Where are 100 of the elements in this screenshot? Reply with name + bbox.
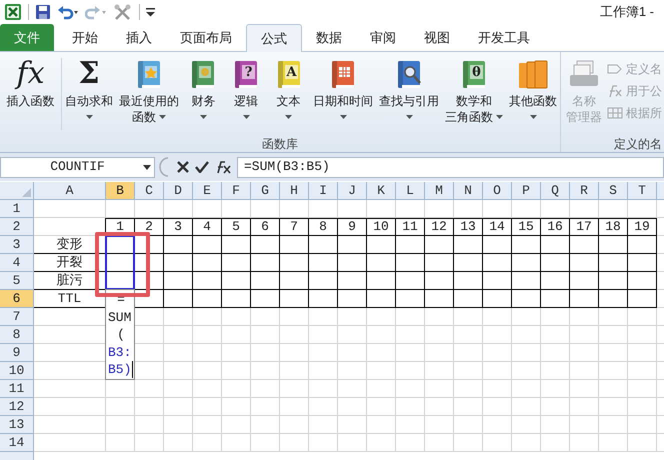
column-header[interactable]: R [570, 182, 599, 200]
table-cell[interactable] [512, 236, 541, 254]
enter-check-icon[interactable] [195, 161, 209, 173]
table-cell[interactable] [628, 272, 657, 290]
table-cell[interactable]: 15 [512, 218, 541, 236]
table-cell[interactable] [512, 272, 541, 290]
table-cell[interactable]: 脏污 [34, 272, 106, 290]
column-header[interactable] [657, 182, 664, 200]
table-cell[interactable] [425, 272, 454, 290]
table-cell[interactable] [280, 290, 309, 308]
row-header[interactable]: 12 [0, 398, 34, 416]
table-cell[interactable] [135, 236, 164, 254]
table-cell[interactable] [164, 236, 193, 254]
table-cell[interactable]: 13 [454, 218, 483, 236]
table-cell[interactable] [570, 272, 599, 290]
ribbon-tab[interactable]: 数据 [302, 24, 356, 51]
table-cell[interactable] [338, 290, 367, 308]
table-cell[interactable] [454, 254, 483, 272]
table-cell[interactable] [628, 254, 657, 272]
table-cell[interactable] [483, 254, 512, 272]
column-header[interactable]: H [280, 182, 309, 200]
table-cell[interactable] [512, 290, 541, 308]
select-all-button[interactable] [0, 182, 34, 200]
table-cell[interactable] [599, 254, 628, 272]
table-cell[interactable] [193, 272, 222, 290]
table-cell[interactable] [425, 290, 454, 308]
table-cell[interactable] [425, 254, 454, 272]
column-header[interactable]: E [193, 182, 222, 200]
row-header[interactable]: 8 [0, 326, 34, 344]
table-cell[interactable]: 16 [541, 218, 570, 236]
tools-icon[interactable] [113, 3, 133, 21]
table-cell[interactable] [512, 254, 541, 272]
row-header[interactable]: 2 [0, 218, 34, 236]
row-header[interactable]: 4 [0, 254, 34, 272]
table-cell[interactable] [251, 236, 280, 254]
table-cell[interactable]: 7 [280, 218, 309, 236]
table-cell[interactable] [251, 290, 280, 308]
table-cell[interactable] [222, 254, 251, 272]
cancel-icon[interactable] [177, 161, 189, 173]
name-box[interactable]: COUNTIF [0, 156, 155, 178]
table-cell[interactable] [338, 236, 367, 254]
table-cell[interactable]: 12 [425, 218, 454, 236]
save-icon[interactable] [35, 4, 51, 20]
table-cell[interactable] [367, 254, 396, 272]
column-header[interactable]: F [222, 182, 251, 200]
table-cell[interactable] [541, 272, 570, 290]
table-cell[interactable] [367, 236, 396, 254]
ribbon-button[interactable]: 最近使用的 函数 [116, 58, 182, 125]
table-cell[interactable] [251, 272, 280, 290]
column-header[interactable]: P [512, 182, 541, 200]
ribbon-tab[interactable]: 页面布局 [166, 24, 246, 51]
row-header[interactable]: 5 [0, 272, 34, 290]
ribbon-button[interactable]: 其他函数 [506, 58, 560, 125]
table-cell[interactable] [541, 236, 570, 254]
table-cell[interactable] [222, 236, 251, 254]
table-cell[interactable] [280, 254, 309, 272]
table-cell[interactable] [193, 236, 222, 254]
ribbon-tab[interactable]: 公式 [246, 24, 302, 52]
ribbon-button[interactable]: 财务 [182, 58, 225, 125]
table-cell[interactable] [425, 236, 454, 254]
table-cell[interactable] [193, 290, 222, 308]
table-cell[interactable] [193, 254, 222, 272]
table-cell[interactable] [34, 218, 106, 236]
redo-icon[interactable] [85, 4, 107, 20]
table-cell[interactable] [309, 272, 338, 290]
row-header[interactable]: 9 [0, 344, 34, 362]
column-header[interactable]: L [396, 182, 425, 200]
file-tab[interactable]: 文件 [0, 24, 54, 51]
splitter-handle-icon[interactable] [159, 157, 169, 177]
column-header[interactable]: C [135, 182, 164, 200]
table-cell[interactable] [367, 290, 396, 308]
ribbon-tab[interactable]: 开发工具 [464, 24, 544, 51]
column-header[interactable]: K [367, 182, 396, 200]
table-cell[interactable] [599, 290, 628, 308]
table-cell[interactable] [628, 236, 657, 254]
table-cell[interactable] [454, 290, 483, 308]
table-cell[interactable] [570, 290, 599, 308]
column-header[interactable]: N [454, 182, 483, 200]
table-cell[interactable]: 10 [367, 218, 396, 236]
column-header[interactable]: Q [541, 182, 570, 200]
table-cell[interactable]: 14 [483, 218, 512, 236]
table-cell[interactable] [599, 272, 628, 290]
ribbon-button[interactable]: Σ 自动求和 [62, 58, 116, 125]
column-header[interactable]: O [483, 182, 512, 200]
table-cell[interactable] [309, 290, 338, 308]
table-cell[interactable] [454, 272, 483, 290]
table-cell[interactable] [599, 236, 628, 254]
table-cell[interactable]: 19 [628, 218, 657, 236]
ribbon-button[interactable]: A 文本 [267, 58, 310, 125]
row-header[interactable]: 6 [0, 290, 34, 308]
table-cell[interactable] [338, 254, 367, 272]
formula-field[interactable]: =SUM(B3:B5) [237, 156, 664, 178]
ribbon-button[interactable]: ? 逻辑 [224, 58, 268, 125]
row-header[interactable]: 10 [0, 362, 34, 380]
ribbon-tab[interactable]: 插入 [112, 24, 166, 51]
table-cell[interactable] [367, 272, 396, 290]
ribbon-tab[interactable]: 视图 [410, 24, 464, 51]
ribbon-button[interactable]: fx 插入函数 [0, 58, 62, 130]
ribbon-tab[interactable]: 开始 [58, 24, 112, 51]
table-cell[interactable] [628, 290, 657, 308]
